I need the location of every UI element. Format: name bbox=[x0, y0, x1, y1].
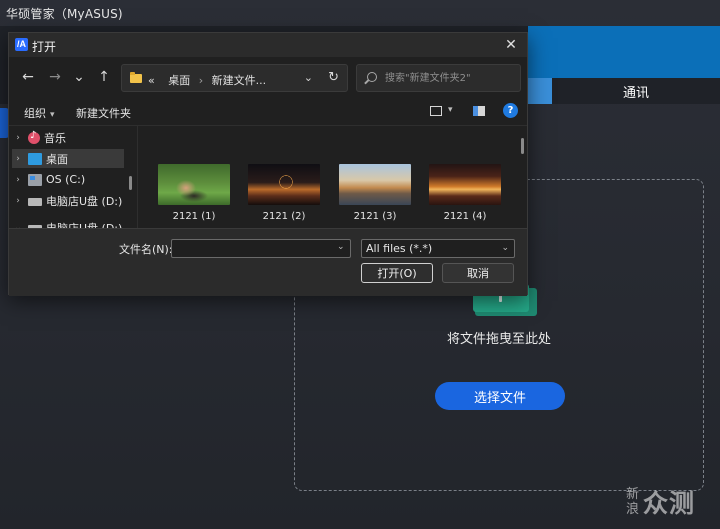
nav-pane-scrollbar[interactable] bbox=[129, 176, 132, 190]
navigation-bar: ← → ⌄ ↑ « 桌面 › 新建文件... ⌄ ↻ bbox=[9, 57, 527, 99]
file-type-filter[interactable]: All files (*.*) ⌄ bbox=[361, 239, 515, 258]
dialog-body: › 音乐 › 桌面 › OS (C:) › 电脑店U盘 (D:) ⌄ bbox=[9, 125, 529, 229]
search-input[interactable] bbox=[385, 67, 515, 89]
file-name: 2121 (3) bbox=[353, 211, 397, 222]
view-mode-icon[interactable] bbox=[430, 106, 442, 116]
new-folder-button[interactable]: 新建文件夹 bbox=[76, 105, 131, 121]
nav-item-desktop[interactable]: › 桌面 bbox=[12, 149, 124, 168]
file-name: 2121 (1) bbox=[172, 211, 216, 222]
address-bar[interactable]: « 桌面 › 新建文件... ⌄ ↻ bbox=[121, 64, 348, 92]
dialog-title: 打开 bbox=[32, 40, 57, 54]
cancel-button[interactable]: 取消 bbox=[442, 263, 514, 283]
address-dropdown-chevron-icon[interactable]: ⌄ bbox=[304, 71, 313, 84]
file-name: 2121 (2) bbox=[262, 211, 306, 222]
organize-label: 组织 bbox=[24, 107, 46, 120]
recent-locations-chevron-icon[interactable]: ⌄ bbox=[70, 68, 88, 86]
view-mode-caret-icon[interactable]: ▾ bbox=[448, 105, 453, 115]
expand-chevron-icon[interactable]: › bbox=[12, 154, 24, 164]
app-title: 华硕管家（MyASUS) bbox=[6, 7, 123, 21]
filename-label: 文件名(N): bbox=[119, 243, 173, 256]
watermark-brand: 众测 bbox=[643, 489, 696, 518]
nav-item-os-drive[interactable]: › OS (C:) bbox=[12, 170, 124, 189]
back-arrow-icon[interactable]: ← bbox=[19, 68, 37, 86]
image-thumbnail bbox=[339, 164, 411, 205]
select-file-button[interactable]: 选择文件 bbox=[435, 382, 565, 410]
file-name: 2121 (4) bbox=[443, 211, 487, 222]
file-item[interactable]: 2121 (4) bbox=[429, 164, 501, 226]
watermark-char-1: 新 bbox=[626, 487, 640, 502]
image-thumbnail bbox=[158, 164, 230, 205]
close-icon[interactable]: ✕ bbox=[501, 35, 521, 55]
nav-item-music[interactable]: › 音乐 bbox=[12, 128, 124, 147]
file-list-scrollbar[interactable] bbox=[521, 138, 524, 154]
file-item[interactable]: 2121 (1) bbox=[158, 164, 230, 226]
organize-menu[interactable]: 组织 ▾ bbox=[24, 105, 55, 121]
file-item[interactable]: 2121 (3) bbox=[339, 164, 411, 226]
organize-caret-icon: ▾ bbox=[50, 110, 55, 120]
drop-zone-prompt: 将文件拖曳至此处 bbox=[446, 332, 551, 347]
breadcrumb-separator: › bbox=[198, 74, 204, 87]
desktop-icon bbox=[28, 152, 42, 165]
search-box[interactable] bbox=[356, 64, 521, 92]
filename-history-chevron-icon[interactable]: ⌄ bbox=[337, 242, 345, 252]
dialog-titlebar: /A 打开 ✕ bbox=[9, 33, 527, 57]
breadcrumb-new-folder[interactable]: 新建文件... bbox=[212, 74, 267, 87]
file-type-filter-value: All files (*.*) bbox=[366, 242, 433, 255]
navigation-pane: › 音乐 › 桌面 › OS (C:) › 电脑店U盘 (D:) ⌄ bbox=[9, 126, 137, 229]
folder-icon bbox=[130, 72, 142, 83]
header-accent-band bbox=[528, 26, 720, 78]
nav-item-label: 桌面 bbox=[46, 152, 68, 166]
breadcrumb: « 桌面 › 新建文件... bbox=[148, 72, 266, 88]
open-file-dialog: /A 打开 ✕ ← → ⌄ ↑ « 桌面 › 新建文件... ⌄ ↻ 组织 ▾ bbox=[8, 32, 529, 296]
nav-item-usb-drive[interactable]: › 电脑店U盘 (D:) bbox=[12, 191, 124, 210]
breadcrumb-desktop[interactable]: 桌面 bbox=[168, 74, 190, 87]
refresh-icon[interactable]: ↻ bbox=[328, 70, 339, 85]
breadcrumb-overflow[interactable]: « bbox=[148, 74, 155, 87]
expand-chevron-icon[interactable]: › bbox=[12, 133, 24, 143]
file-list: 2121 (1) 2121 (2) 2121 (3) 2121 (4) bbox=[138, 126, 529, 229]
image-thumbnail bbox=[248, 164, 320, 205]
nav-item-label: OS (C:) bbox=[46, 173, 86, 186]
dialog-toolbar: 组织 ▾ 新建文件夹 ▾ ? bbox=[9, 99, 527, 125]
file-item[interactable]: 2121 (2) bbox=[248, 164, 320, 226]
open-button[interactable]: 打开(O) bbox=[361, 263, 433, 283]
os-drive-icon bbox=[28, 173, 42, 186]
preview-pane-icon[interactable] bbox=[473, 106, 485, 116]
chevron-down-icon: ⌄ bbox=[501, 243, 509, 253]
watermark: 新 浪 众测 bbox=[626, 485, 710, 519]
expand-chevron-icon[interactable]: › bbox=[12, 175, 24, 185]
expand-chevron-icon[interactable]: › bbox=[12, 196, 24, 206]
up-arrow-icon[interactable]: ↑ bbox=[95, 68, 113, 86]
music-icon bbox=[28, 130, 40, 144]
nav-item-label: 音乐 bbox=[44, 131, 66, 145]
forward-arrow-icon[interactable]: → bbox=[46, 68, 64, 86]
myasus-app-icon: /A bbox=[15, 38, 28, 51]
usb-drive-icon bbox=[28, 197, 42, 206]
dialog-footer: 文件名(N): ⌄ All files (*.*) ⌄ 打开(O) 取消 bbox=[9, 228, 527, 296]
nav-item-label: 电脑店U盘 (D:) bbox=[46, 194, 123, 208]
tab-communication[interactable]: 通讯 bbox=[552, 78, 720, 104]
watermark-char-2: 浪 bbox=[626, 502, 640, 517]
tab-active-indicator bbox=[528, 78, 552, 104]
image-thumbnail bbox=[429, 164, 501, 205]
filename-input[interactable] bbox=[171, 239, 351, 258]
search-icon bbox=[367, 72, 377, 82]
help-icon[interactable]: ? bbox=[503, 103, 518, 118]
